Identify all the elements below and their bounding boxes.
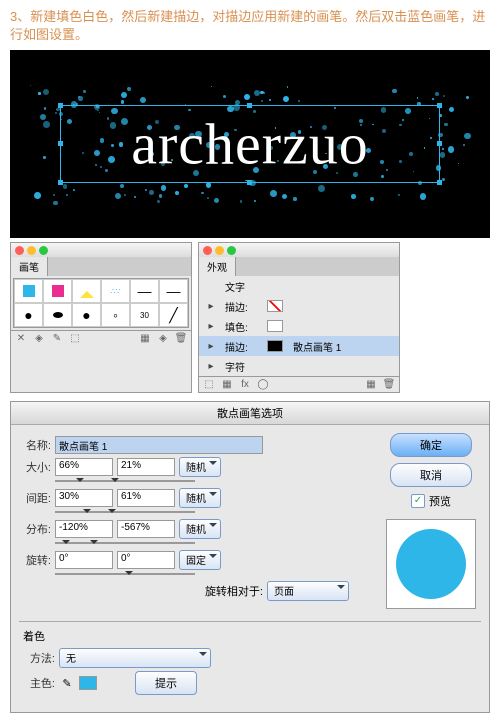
artwork-text: archerzuo	[131, 111, 369, 178]
size-slider[interactable]	[55, 480, 195, 482]
appearance-panel[interactable]: 外观 文字▸描边:▸填色:▸描边:散点画笔 1▸字符 ⬚▦fx◯▦🗑	[198, 242, 400, 393]
brushes-panel[interactable]: 画笔 ∴∵ — — ● ● ◦ 30 ╱ ✕◈✎⬚▦◈🗑	[10, 242, 192, 393]
scatter-a[interactable]: -120%	[55, 520, 113, 538]
appearance-row[interactable]: ▸描边:	[199, 296, 399, 316]
cancel-button[interactable]: 取消	[390, 463, 472, 487]
name-field[interactable]: 散点画笔 1	[55, 436, 263, 454]
brush-grid[interactable]: ∴∵ — — ● ● ◦ 30 ╱	[13, 278, 189, 328]
scatter-b[interactable]: -567%	[117, 520, 175, 538]
scatter-slider[interactable]	[55, 542, 195, 544]
tab-appearance[interactable]: 外观	[199, 257, 236, 276]
spacing-mode[interactable]: 随机	[179, 488, 221, 508]
appearance-row[interactable]: 文字	[199, 276, 399, 296]
spacing-b[interactable]: 61%	[117, 489, 175, 507]
rotate-b[interactable]: 0°	[117, 551, 175, 569]
size-a[interactable]: 66%	[55, 458, 113, 476]
appearance-row[interactable]: ▸字符	[199, 356, 399, 376]
appearance-row[interactable]: ▸描边:散点画笔 1	[199, 336, 399, 356]
spacing-slider[interactable]	[55, 511, 195, 513]
key-color-swatch[interactable]	[79, 676, 97, 690]
size-mode[interactable]: 随机	[179, 457, 221, 477]
canvas-preview: archerzuo	[10, 50, 490, 238]
rotate-relative[interactable]: 页面	[267, 581, 349, 601]
size-b[interactable]: 21%	[117, 458, 175, 476]
rotate-a[interactable]: 0°	[55, 551, 113, 569]
tint-method[interactable]: 无	[59, 648, 211, 668]
step-text: 3、新建填色白色，然后新建描边，对描边应用新建的画笔。然后双击蓝色画笔，进行如图…	[0, 0, 500, 46]
rotate-mode[interactable]: 固定	[179, 550, 221, 570]
brush-panel-footer[interactable]: ✕◈✎⬚▦◈🗑	[11, 330, 191, 346]
eyedropper-icon[interactable]: ✎	[59, 677, 75, 690]
dialog-title: 散点画笔选项	[11, 402, 489, 425]
ok-button[interactable]: 确定	[390, 433, 472, 457]
scatter-mode[interactable]: 随机	[179, 519, 221, 539]
spacing-a[interactable]: 30%	[55, 489, 113, 507]
appearance-footer[interactable]: ⬚▦fx◯▦🗑	[199, 376, 399, 392]
scatter-brush-options: 散点画笔选项 名称: 散点画笔 1 大小: 66% 21% 随机 间距: 30%…	[10, 401, 490, 713]
appearance-row[interactable]: ▸填色:	[199, 316, 399, 336]
rotate-slider[interactable]	[55, 573, 195, 575]
brush-preview	[386, 519, 476, 609]
tab-brushes[interactable]: 画笔	[11, 257, 48, 276]
preview-checkbox[interactable]: ✓	[411, 494, 425, 508]
